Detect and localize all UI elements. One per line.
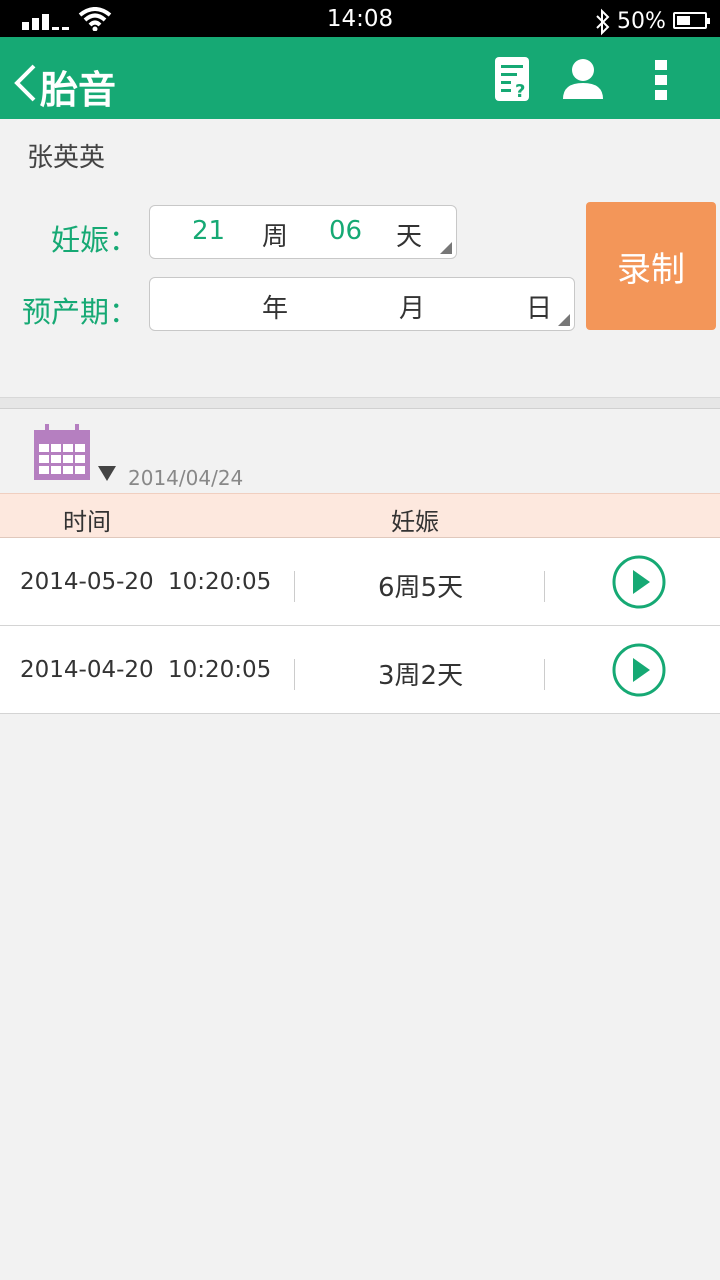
table-row[interactable]: 2014-05-20 10:20:05 6周5天 — [0, 538, 720, 626]
table-header: 时间 妊娠 — [0, 493, 720, 538]
table-row[interactable]: 2014-04-20 10:20:05 3周2天 — [0, 626, 720, 714]
record-pregnancy: 6周5天 — [378, 573, 464, 603]
record-date: 2014-04-20 — [20, 657, 154, 683]
record-date: 2014-05-20 — [20, 569, 154, 595]
pregnancy-weeks-unit: 周 — [262, 222, 289, 252]
record-time: 10:20:05 — [168, 569, 272, 595]
record-time: 10:20:05 — [168, 657, 272, 683]
app-bar: 胎音 ? — [0, 37, 720, 119]
filter-date: 2014/04/24 — [128, 466, 244, 490]
back-icon[interactable] — [12, 63, 38, 103]
page-title: 胎音 — [40, 68, 117, 112]
column-divider — [544, 659, 545, 690]
dropdown-corner-icon — [440, 242, 452, 254]
due-month-unit: 月 — [399, 294, 426, 324]
column-divider — [544, 571, 545, 602]
more-vertical-icon[interactable] — [640, 55, 686, 103]
bluetooth-icon — [596, 8, 610, 36]
battery-percent: 50% — [617, 9, 666, 34]
calendar-icon[interactable] — [33, 423, 91, 481]
play-icon[interactable] — [612, 643, 666, 697]
column-divider — [294, 571, 295, 602]
status-bar: 14:08 50% — [0, 0, 720, 37]
due-day-unit: 日 — [526, 294, 553, 324]
section-divider — [0, 398, 720, 409]
play-icon[interactable] — [612, 555, 666, 609]
patient-info-section: 张英英 妊娠： 21 周 06 天 预产期： 年 月 日 录制 — [0, 119, 720, 398]
due-date-label: 预产期： — [21, 295, 138, 329]
pregnancy-label: 妊娠： — [50, 223, 138, 257]
record-pregnancy: 3周2天 — [378, 661, 464, 691]
chevron-down-icon[interactable] — [98, 466, 116, 481]
svg-text:?: ? — [515, 81, 525, 102]
pregnancy-weeks: 21 — [192, 216, 226, 246]
pregnancy-days: 06 — [329, 216, 363, 246]
due-year-unit: 年 — [262, 294, 289, 324]
pregnancy-picker[interactable]: 21 周 06 天 — [149, 205, 457, 259]
dropdown-corner-icon — [558, 314, 570, 326]
due-date-picker[interactable]: 年 月 日 — [149, 277, 575, 331]
column-divider — [294, 659, 295, 690]
patient-name: 张英英 — [27, 143, 106, 173]
battery-icon — [673, 12, 710, 29]
column-header-time: 时间 — [63, 508, 111, 536]
document-question-icon[interactable]: ? — [490, 55, 536, 103]
user-icon[interactable] — [560, 55, 606, 103]
column-header-pregnancy: 妊娠 — [391, 508, 439, 536]
status-time: 14:08 — [326, 6, 394, 32]
pregnancy-days-unit: 天 — [396, 222, 423, 252]
record-button[interactable]: 录制 — [586, 202, 716, 330]
